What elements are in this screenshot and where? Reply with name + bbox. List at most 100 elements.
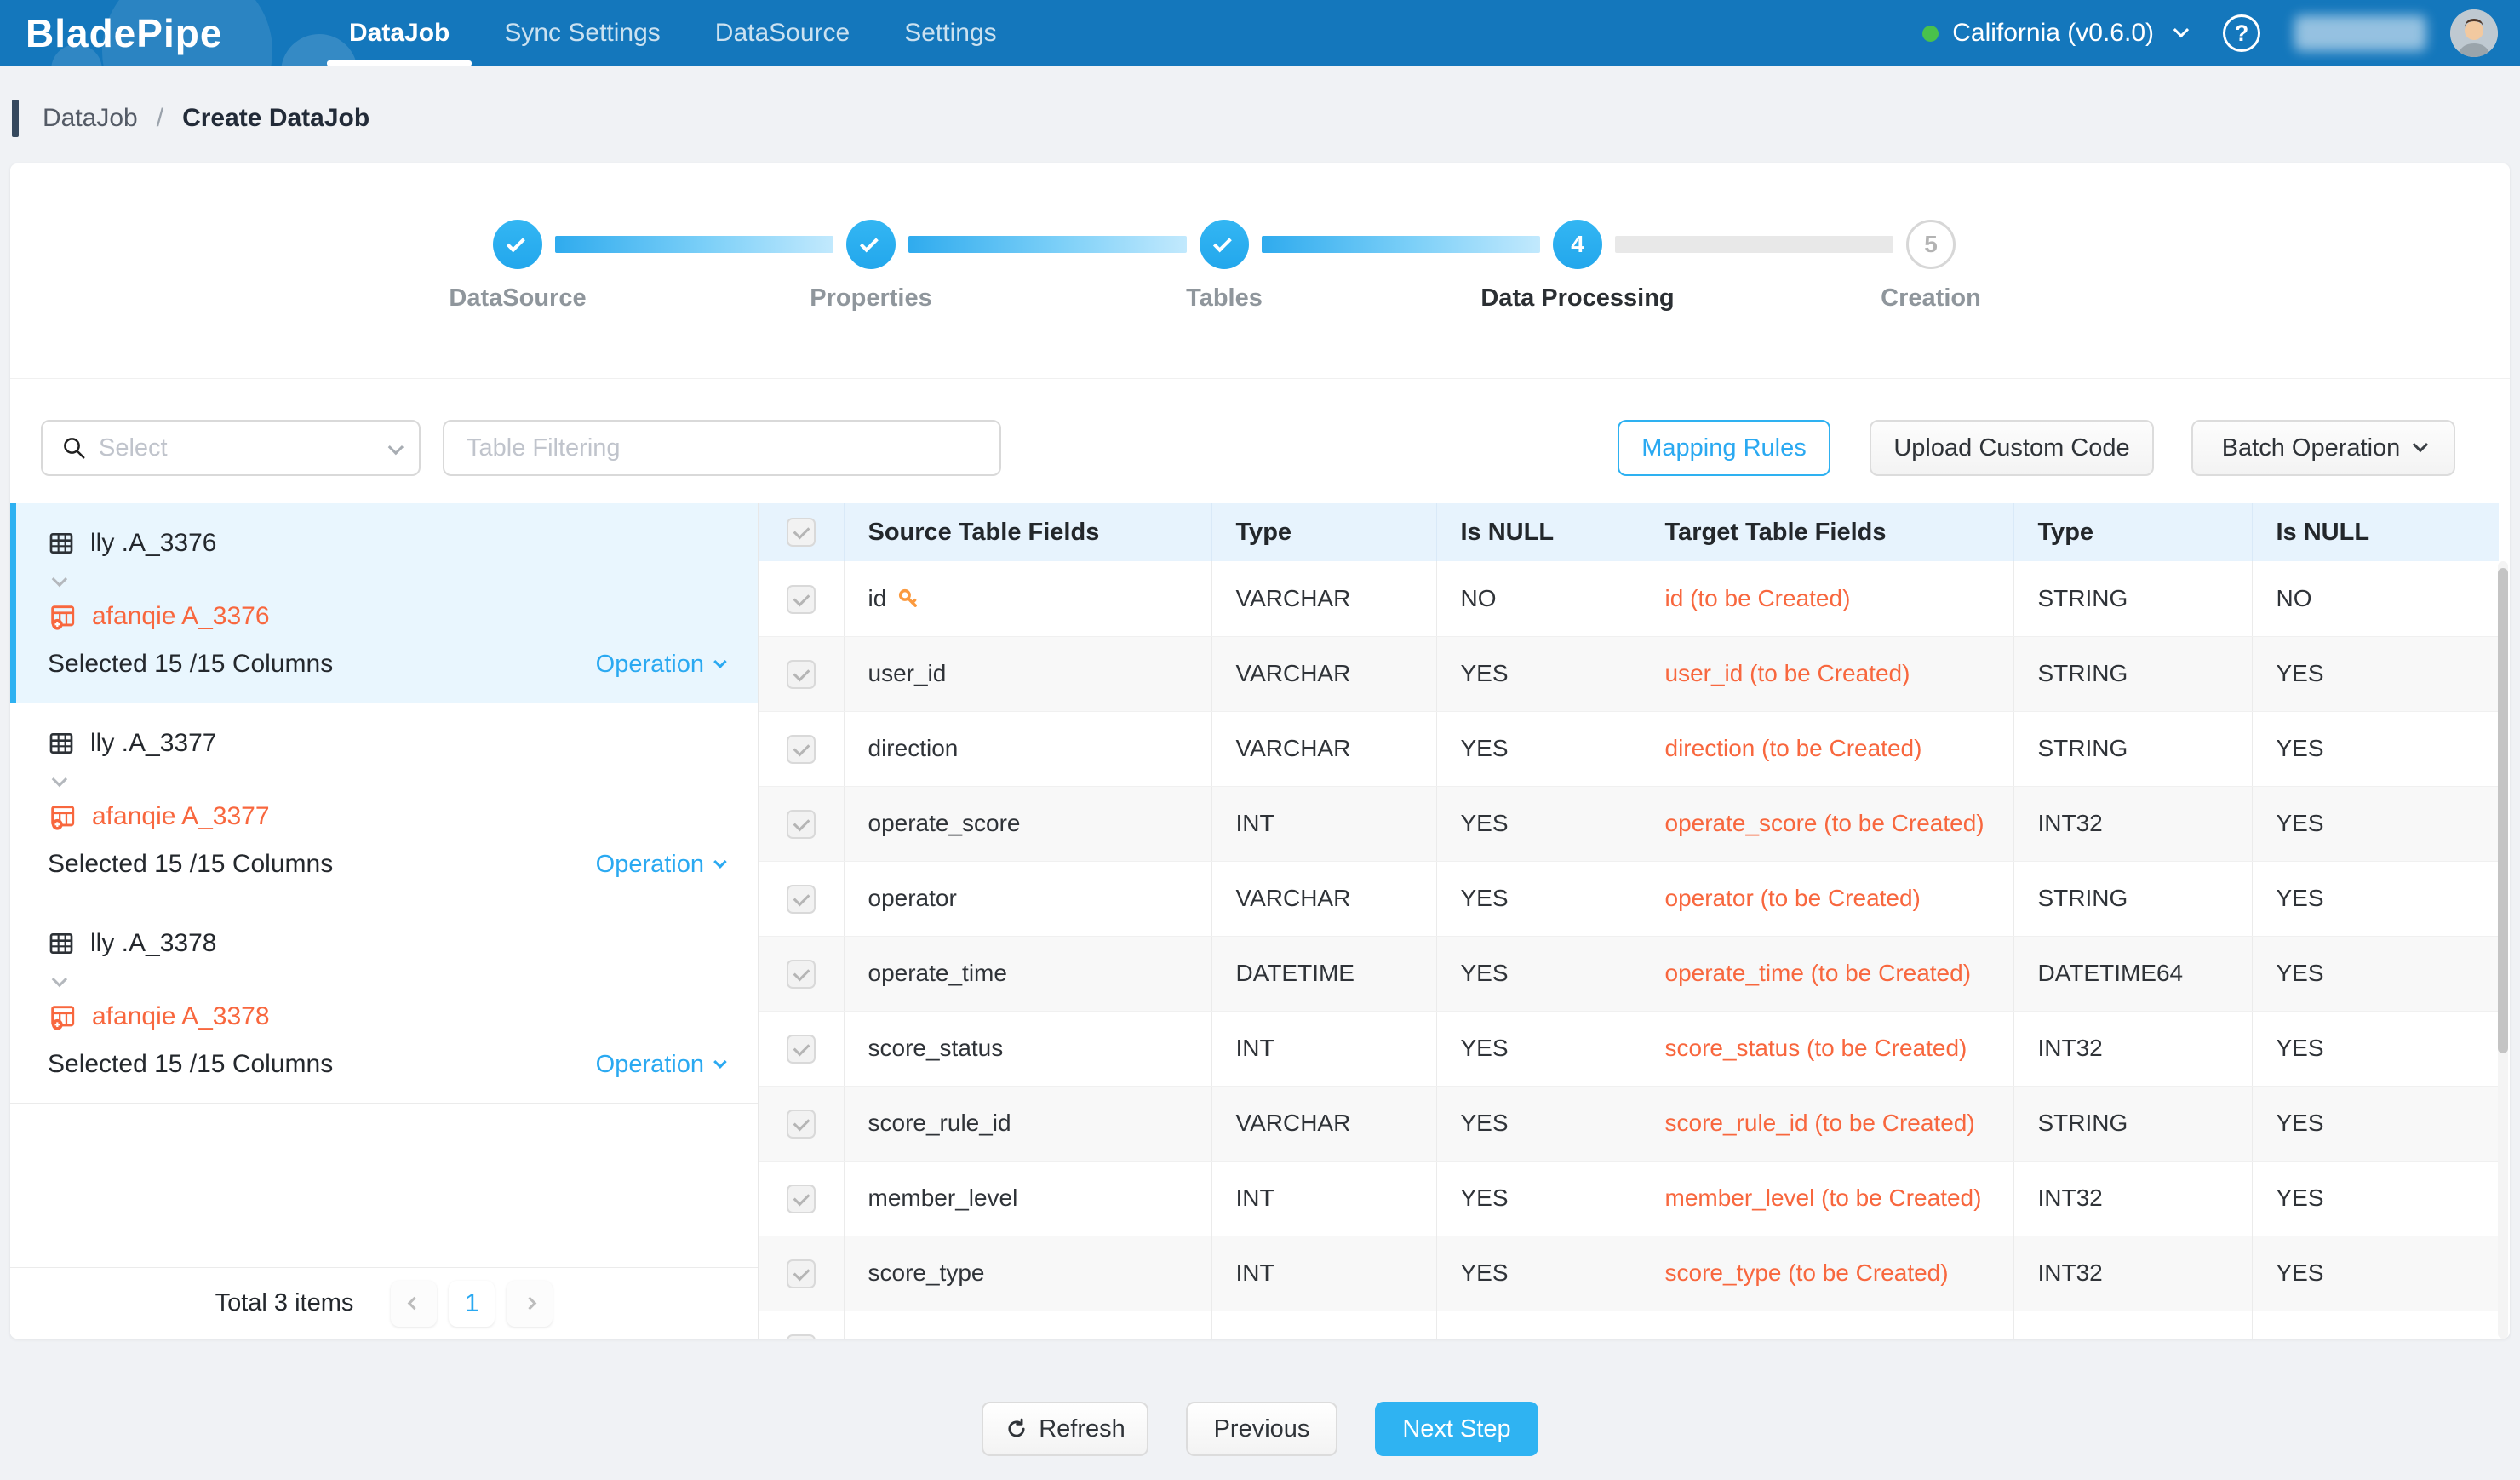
step-connector xyxy=(908,236,1187,253)
table-list-item[interactable]: lly .A_3378 afanqie A_33 xyxy=(10,903,758,1104)
row-checkbox[interactable] xyxy=(787,1334,816,1339)
help-icon[interactable]: ? xyxy=(2223,14,2260,52)
table-list-item[interactable]: lly .A_3377 afanqie A_33 xyxy=(10,703,758,903)
row-checkbox[interactable] xyxy=(787,735,816,764)
row-checkbox[interactable] xyxy=(787,1185,816,1213)
screen: BladePipe DataJob Sync Settings DataSour… xyxy=(0,0,2520,1480)
step-label-properties: Properties xyxy=(810,284,931,313)
step-connector xyxy=(1615,236,1893,253)
region-selector-label[interactable]: California (v0.6.0) xyxy=(1952,19,2154,48)
source-field-type: DATETIME xyxy=(1211,936,1436,1011)
username-blurred[interactable] xyxy=(2294,15,2426,51)
main-menu: DataJob Sync Settings DataSource Setting… xyxy=(322,0,1024,66)
chevron-down-icon[interactable] xyxy=(2174,21,2189,37)
source-field-isnull: YES xyxy=(1436,1161,1641,1236)
target-table-name: afanqie A_3377 xyxy=(92,802,270,831)
col-header-target-type: Type xyxy=(2013,503,2252,561)
step-circle-properties xyxy=(846,220,896,269)
table-filter-input[interactable] xyxy=(467,434,977,462)
source-field-type: INT xyxy=(1211,786,1436,861)
next-step-button[interactable]: Next Step xyxy=(1375,1402,1538,1456)
row-checkbox[interactable] xyxy=(787,1259,816,1288)
operation-dropdown[interactable]: Operation xyxy=(596,1051,724,1079)
row-checkbox[interactable] xyxy=(787,660,816,689)
select-input[interactable] xyxy=(99,434,381,462)
table-row: user_id VARCHAR YES user_id (to be Creat… xyxy=(759,636,2499,711)
source-field-type: INT xyxy=(1211,1236,1436,1311)
source-field-name: id xyxy=(868,583,887,614)
target-table-icon xyxy=(48,802,77,831)
row-checkbox[interactable] xyxy=(787,960,816,989)
target-field-type: STRING xyxy=(2013,636,2252,711)
panel-filler xyxy=(10,1104,758,1267)
table-icon xyxy=(48,530,75,557)
source-field-name: operator xyxy=(844,861,1211,936)
table-row: id VARCHAR NO id (to be Created) STRING xyxy=(759,561,2499,636)
target-field-isnull: YES xyxy=(2252,936,2499,1011)
target-field-type: STRING xyxy=(2013,711,2252,786)
nav-item-sync-settings[interactable]: Sync Settings xyxy=(477,0,687,66)
table-list-item[interactable]: lly .A_3376 afanqie A_33 xyxy=(10,503,758,703)
pagination-next-button[interactable] xyxy=(507,1281,553,1327)
mapping-rules-button[interactable]: Mapping Rules xyxy=(1618,420,1830,476)
table-row: score_type INT YES score_type (to be Cre… xyxy=(759,1236,2499,1311)
operation-dropdown[interactable]: Operation xyxy=(596,851,724,879)
page-title: Create DataJob xyxy=(182,104,369,133)
target-field-name: score_rule_id (to be Created) xyxy=(1641,1086,2013,1161)
avatar[interactable] xyxy=(2450,9,2498,57)
batch-operation-button[interactable]: Batch Operation xyxy=(2191,420,2455,476)
expand-chevron-icon[interactable] xyxy=(53,975,724,990)
row-checkbox[interactable] xyxy=(787,810,816,839)
row-checkbox[interactable] xyxy=(787,1110,816,1139)
row-checkbox[interactable] xyxy=(787,585,816,614)
step-circle-datasource xyxy=(493,220,542,269)
source-table-name: lly .A_3376 xyxy=(90,529,216,558)
table-row: operate_time DATETIME YES operate_time (… xyxy=(759,936,2499,1011)
step-label-tables: Tables xyxy=(1186,284,1263,313)
pagination: Total 3 items 1 xyxy=(10,1267,758,1339)
target-table-name: afanqie A_3376 xyxy=(92,602,270,631)
selected-columns-text: Selected 15 /15 Columns xyxy=(48,650,333,679)
step-label-creation: Creation xyxy=(1881,284,1981,313)
target-field-isnull: YES xyxy=(2252,861,2499,936)
source-field-name: user_id xyxy=(844,636,1211,711)
chevron-down-icon xyxy=(388,439,404,454)
col-header-source-fields: Source Table Fields xyxy=(844,503,1211,561)
nav-item-datajob[interactable]: DataJob xyxy=(322,0,477,66)
step-circle-tables xyxy=(1200,220,1249,269)
breadcrumb-parent[interactable]: DataJob xyxy=(43,104,138,133)
operation-dropdown[interactable]: Operation xyxy=(596,651,724,679)
row-checkbox[interactable] xyxy=(787,1035,816,1064)
target-field-isnull: YES xyxy=(2252,1161,2499,1236)
upload-custom-code-button[interactable]: Upload Custom Code xyxy=(1870,420,2154,476)
source-field-type: VARCHAR xyxy=(1211,636,1436,711)
source-field-type: INT xyxy=(1211,1011,1436,1086)
target-field-isnull: YES xyxy=(2252,1011,2499,1086)
col-header-target-is-null: Is NULL xyxy=(2252,503,2499,561)
table-row: member_level INT YES member_level (to be… xyxy=(759,1161,2499,1236)
scrollbar-thumb[interactable] xyxy=(2498,568,2508,1053)
vertical-scrollbar[interactable] xyxy=(2498,561,2508,1339)
select-dropdown[interactable] xyxy=(41,420,421,476)
nav-item-datasource[interactable]: DataSource xyxy=(688,0,877,66)
row-checkbox[interactable] xyxy=(787,885,816,914)
source-field-name: direction xyxy=(844,711,1211,786)
table-row: score_status INT YES score_status (to be… xyxy=(759,1011,2499,1086)
previous-button[interactable]: Previous xyxy=(1186,1402,1337,1456)
table-row-partial xyxy=(759,1311,2499,1339)
refresh-button[interactable]: Refresh xyxy=(982,1402,1148,1456)
source-field-isnull: YES xyxy=(1436,861,1641,936)
total-items-text: Total 3 items xyxy=(215,1289,354,1317)
pagination-prev-button[interactable] xyxy=(391,1281,437,1327)
nav-item-settings[interactable]: Settings xyxy=(877,0,1023,66)
source-field-isnull: YES xyxy=(1436,1086,1641,1161)
table-header-row: Source Table Fields Type Is NULL Target … xyxy=(759,503,2499,561)
expand-chevron-icon[interactable] xyxy=(53,775,724,790)
top-nav: BladePipe DataJob Sync Settings DataSour… xyxy=(0,0,2520,66)
chevron-down-icon xyxy=(713,655,727,668)
select-all-checkbox[interactable] xyxy=(787,518,816,547)
pagination-page-1[interactable]: 1 xyxy=(449,1281,495,1327)
target-field-isnull: YES xyxy=(2252,636,2499,711)
target-field-name: member_level (to be Created) xyxy=(1641,1161,2013,1236)
expand-chevron-icon[interactable] xyxy=(53,575,724,590)
